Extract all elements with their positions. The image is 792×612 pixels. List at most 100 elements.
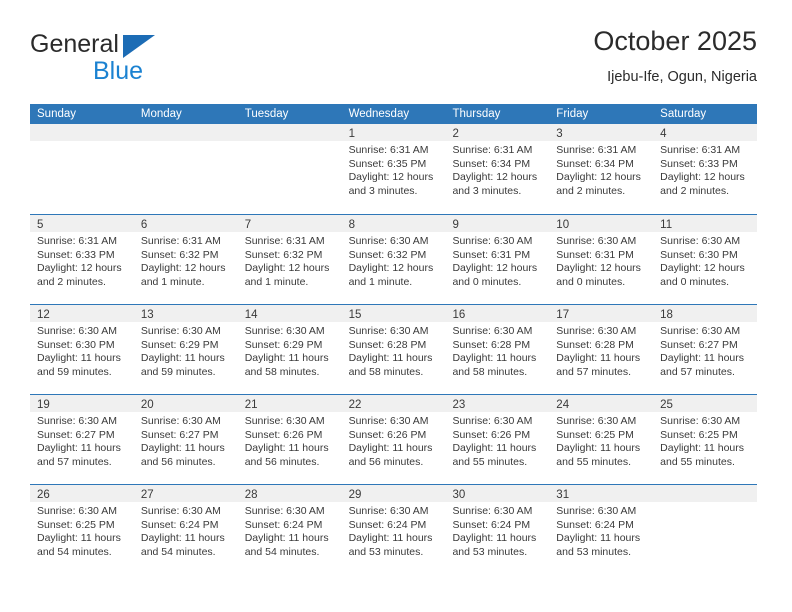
day-number: 11: [660, 219, 673, 231]
page-title: October 2025: [593, 26, 757, 56]
day-cell[interactable]: 11 Sunrise: 6:30 AM Sunset: 6:30 PM Dayligh…: [653, 215, 758, 304]
day-details: Sunrise: 6:30 AM Sunset: 6:31 PM Daylight:…: [445, 232, 549, 289]
sunrise-time: Sunrise: 6:30 AM: [452, 505, 533, 517]
daylight-duration-line2: and 2 minutes.: [37, 275, 106, 288]
weekday-header-sunday: Sunday: [37, 108, 77, 120]
sunset-time: Sunset: 6:34 PM: [556, 157, 634, 170]
day-cell[interactable]: 19 Sunrise: 6:30 AM Sunset: 6:27 PM Dayligh…: [30, 395, 134, 484]
daylight-duration-line1: Daylight: 11 hours: [452, 442, 537, 455]
day-number-band: 20: [133, 395, 238, 412]
day-cell[interactable]: 18 Sunrise: 6:30 AM Sunset: 6:27 PM Dayligh…: [653, 305, 758, 394]
day-cell[interactable]: 8 Sunrise: 6:30 AM Sunset: 6:32 PM Daylight…: [341, 215, 446, 304]
day-details: Sunrise: 6:30 AM Sunset: 6:24 PM Daylight:…: [549, 502, 653, 559]
day-number: 8: [348, 219, 355, 231]
day-cell[interactable]: 23 Sunrise: 6:30 AM Sunset: 6:26 PM Dayligh…: [445, 395, 550, 484]
day-cell[interactable]: 17 Sunrise: 6:30 AM Sunset: 6:28 PM Dayligh…: [549, 305, 654, 394]
day-cell[interactable]: 14 Sunrise: 6:30 AM Sunset: 6:29 PM Dayligh…: [237, 305, 342, 394]
day-cell-empty: [653, 485, 758, 574]
day-number: 13: [140, 309, 154, 321]
day-cell[interactable]: 29 Sunrise: 6:30 AM Sunset: 6:24 PM Dayligh…: [341, 485, 446, 574]
daylight-duration-line1: Daylight: 11 hours: [556, 352, 641, 365]
day-cell[interactable]: 7 Sunrise: 6:31 AM Sunset: 6:32 PM Daylight…: [237, 215, 342, 304]
day-number: 9: [452, 219, 459, 231]
day-cell[interactable]: 30 Sunrise: 6:30 AM Sunset: 6:24 PM Dayligh…: [445, 485, 550, 574]
daylight-duration-line2: and 55 minutes.: [660, 455, 735, 468]
weekday-header-tuesday: Tuesday: [244, 108, 289, 120]
daylight-duration-line1: Daylight: 12 hours: [556, 262, 641, 275]
daylight-duration-line2: and 0 minutes.: [556, 275, 626, 288]
day-number: 5: [37, 219, 44, 231]
day-cell[interactable]: 20 Sunrise: 6:30 AM Sunset: 6:27 PM Dayligh…: [133, 395, 238, 484]
day-number: 26: [37, 489, 50, 501]
daylight-duration-line2: and 56 minutes.: [140, 455, 216, 468]
day-cell-empty: [237, 124, 342, 214]
day-number-band: 9: [445, 215, 550, 232]
sunset-time: Sunset: 6:29 PM: [244, 338, 323, 351]
day-cell[interactable]: 16 Sunrise: 6:30 AM Sunset: 6:28 PM Dayligh…: [445, 305, 550, 394]
day-number-band: 23: [445, 395, 550, 412]
sunset-time: Sunset: 6:32 PM: [244, 248, 323, 261]
day-cell[interactable]: 3 Sunrise: 6:31 AM Sunset: 6:34 PM Daylight…: [549, 124, 654, 214]
page-subtitle: Ijebu-Ife, Ogun, Nigeria: [607, 69, 757, 85]
day-cell[interactable]: 21 Sunrise: 6:30 AM Sunset: 6:26 PM Dayligh…: [237, 395, 342, 484]
sunset-time: Sunset: 6:25 PM: [37, 518, 115, 531]
daylight-duration-line1: Daylight: 12 hours: [660, 171, 745, 184]
day-number-band: 18: [653, 305, 758, 322]
sunrise-time: Sunrise: 6:31 AM: [452, 144, 533, 156]
sunset-time: Sunset: 6:29 PM: [140, 338, 219, 351]
day-number-band: 17: [549, 305, 654, 322]
day-cell[interactable]: 24 Sunrise: 6:30 AM Sunset: 6:25 PM Dayligh…: [549, 395, 654, 484]
day-cell[interactable]: 1 Sunrise: 6:31 AM Sunset: 6:35 PM Daylight…: [341, 124, 446, 214]
day-cell[interactable]: 22 Sunrise: 6:30 AM Sunset: 6:26 PM Dayligh…: [341, 395, 446, 484]
weekday-header-monday: Monday: [140, 108, 182, 120]
daylight-duration-line2: and 53 minutes.: [348, 545, 424, 558]
daylight-duration-line1: Daylight: 11 hours: [37, 352, 121, 365]
day-details: Sunrise: 6:30 AM Sunset: 6:24 PM Daylight:…: [238, 502, 342, 559]
day-cell[interactable]: 31 Sunrise: 6:30 AM Sunset: 6:24 PM Dayligh…: [549, 485, 654, 574]
daylight-duration-line2: and 57 minutes.: [37, 455, 112, 468]
day-cell[interactable]: 10 Sunrise: 6:30 AM Sunset: 6:31 PM Dayligh…: [549, 215, 654, 304]
daylight-duration-line1: Daylight: 11 hours: [660, 352, 745, 365]
calendar-table: Sunday Monday Tuesday Wednesday Thursday…: [30, 104, 758, 574]
day-details: Sunrise: 6:31 AM Sunset: 6:33 PM Daylight:…: [653, 141, 757, 198]
sunset-time: Sunset: 6:33 PM: [37, 248, 115, 261]
day-cell[interactable]: 13 Sunrise: 6:30 AM Sunset: 6:29 PM Dayligh…: [133, 305, 238, 394]
sunset-time: Sunset: 6:24 PM: [348, 518, 427, 531]
day-details: Sunrise: 6:30 AM Sunset: 6:24 PM Daylight:…: [134, 502, 238, 559]
sunset-time: Sunset: 6:26 PM: [452, 428, 531, 441]
daylight-duration-line2: and 58 minutes.: [244, 365, 320, 378]
daylight-duration-line1: Daylight: 11 hours: [556, 532, 641, 545]
day-cell[interactable]: 6 Sunrise: 6:31 AM Sunset: 6:32 PM Daylight…: [133, 215, 238, 304]
daylight-duration-line2: and 54 minutes.: [140, 545, 216, 558]
day-details: Sunrise: 6:30 AM Sunset: 6:24 PM Daylight:…: [445, 502, 549, 559]
day-cell[interactable]: 4 Sunrise: 6:31 AM Sunset: 6:33 PM Daylight…: [653, 124, 758, 214]
daylight-duration-line2: and 59 minutes.: [37, 365, 112, 378]
day-cell[interactable]: 12 Sunrise: 6:30 AM Sunset: 6:30 PM Dayligh…: [30, 305, 134, 394]
day-number: 1: [348, 128, 355, 140]
day-cell[interactable]: 5 Sunrise: 6:31 AM Sunset: 6:33 PM Daylight…: [30, 215, 134, 304]
sunrise-time: Sunrise: 6:30 AM: [556, 505, 637, 517]
day-cell[interactable]: 2 Sunrise: 6:31 AM Sunset: 6:34 PM Daylight…: [445, 124, 550, 214]
day-cell[interactable]: 25 Sunrise: 6:30 AM Sunset: 6:25 PM Dayligh…: [653, 395, 758, 484]
day-number-band: 6: [133, 215, 238, 232]
day-number: 28: [244, 489, 258, 501]
sunrise-time: Sunrise: 6:30 AM: [452, 235, 533, 247]
day-cell[interactable]: 28 Sunrise: 6:30 AM Sunset: 6:24 PM Dayligh…: [237, 485, 342, 574]
daylight-duration-line1: Daylight: 11 hours: [348, 532, 433, 545]
daylight-duration-line1: Daylight: 12 hours: [452, 171, 538, 184]
weekday-header-row: Sunday Monday Tuesday Wednesday Thursday…: [30, 104, 757, 124]
day-number: 24: [556, 399, 570, 411]
day-number-band: 11: [653, 215, 758, 232]
day-cell[interactable]: 26 Sunrise: 6:30 AM Sunset: 6:25 PM Dayligh…: [30, 485, 134, 574]
general-blue-logo[interactable]: General Blue: [30, 30, 210, 86]
day-cell[interactable]: 15 Sunrise: 6:30 AM Sunset: 6:28 PM Dayligh…: [341, 305, 446, 394]
title-block: October 2025 Ijebu-Ife, Ogun, Nigeria: [593, 24, 757, 87]
day-cell[interactable]: 9 Sunrise: 6:30 AM Sunset: 6:31 PM Daylight…: [445, 215, 550, 304]
calendar-weeks: 1 Sunrise: 6:31 AM Sunset: 6:35 PM Daylight…: [30, 124, 758, 574]
day-cell[interactable]: 27 Sunrise: 6:30 AM Sunset: 6:24 PM Dayligh…: [133, 485, 238, 574]
page-header: General Blue October 2025 Ijebu-Ife, Ogu…: [30, 24, 757, 98]
daylight-duration-line1: Daylight: 11 hours: [660, 442, 745, 455]
day-number-band: 27: [133, 485, 238, 502]
sunset-time: Sunset: 6:25 PM: [660, 428, 738, 441]
day-number-band: 3: [549, 124, 654, 141]
